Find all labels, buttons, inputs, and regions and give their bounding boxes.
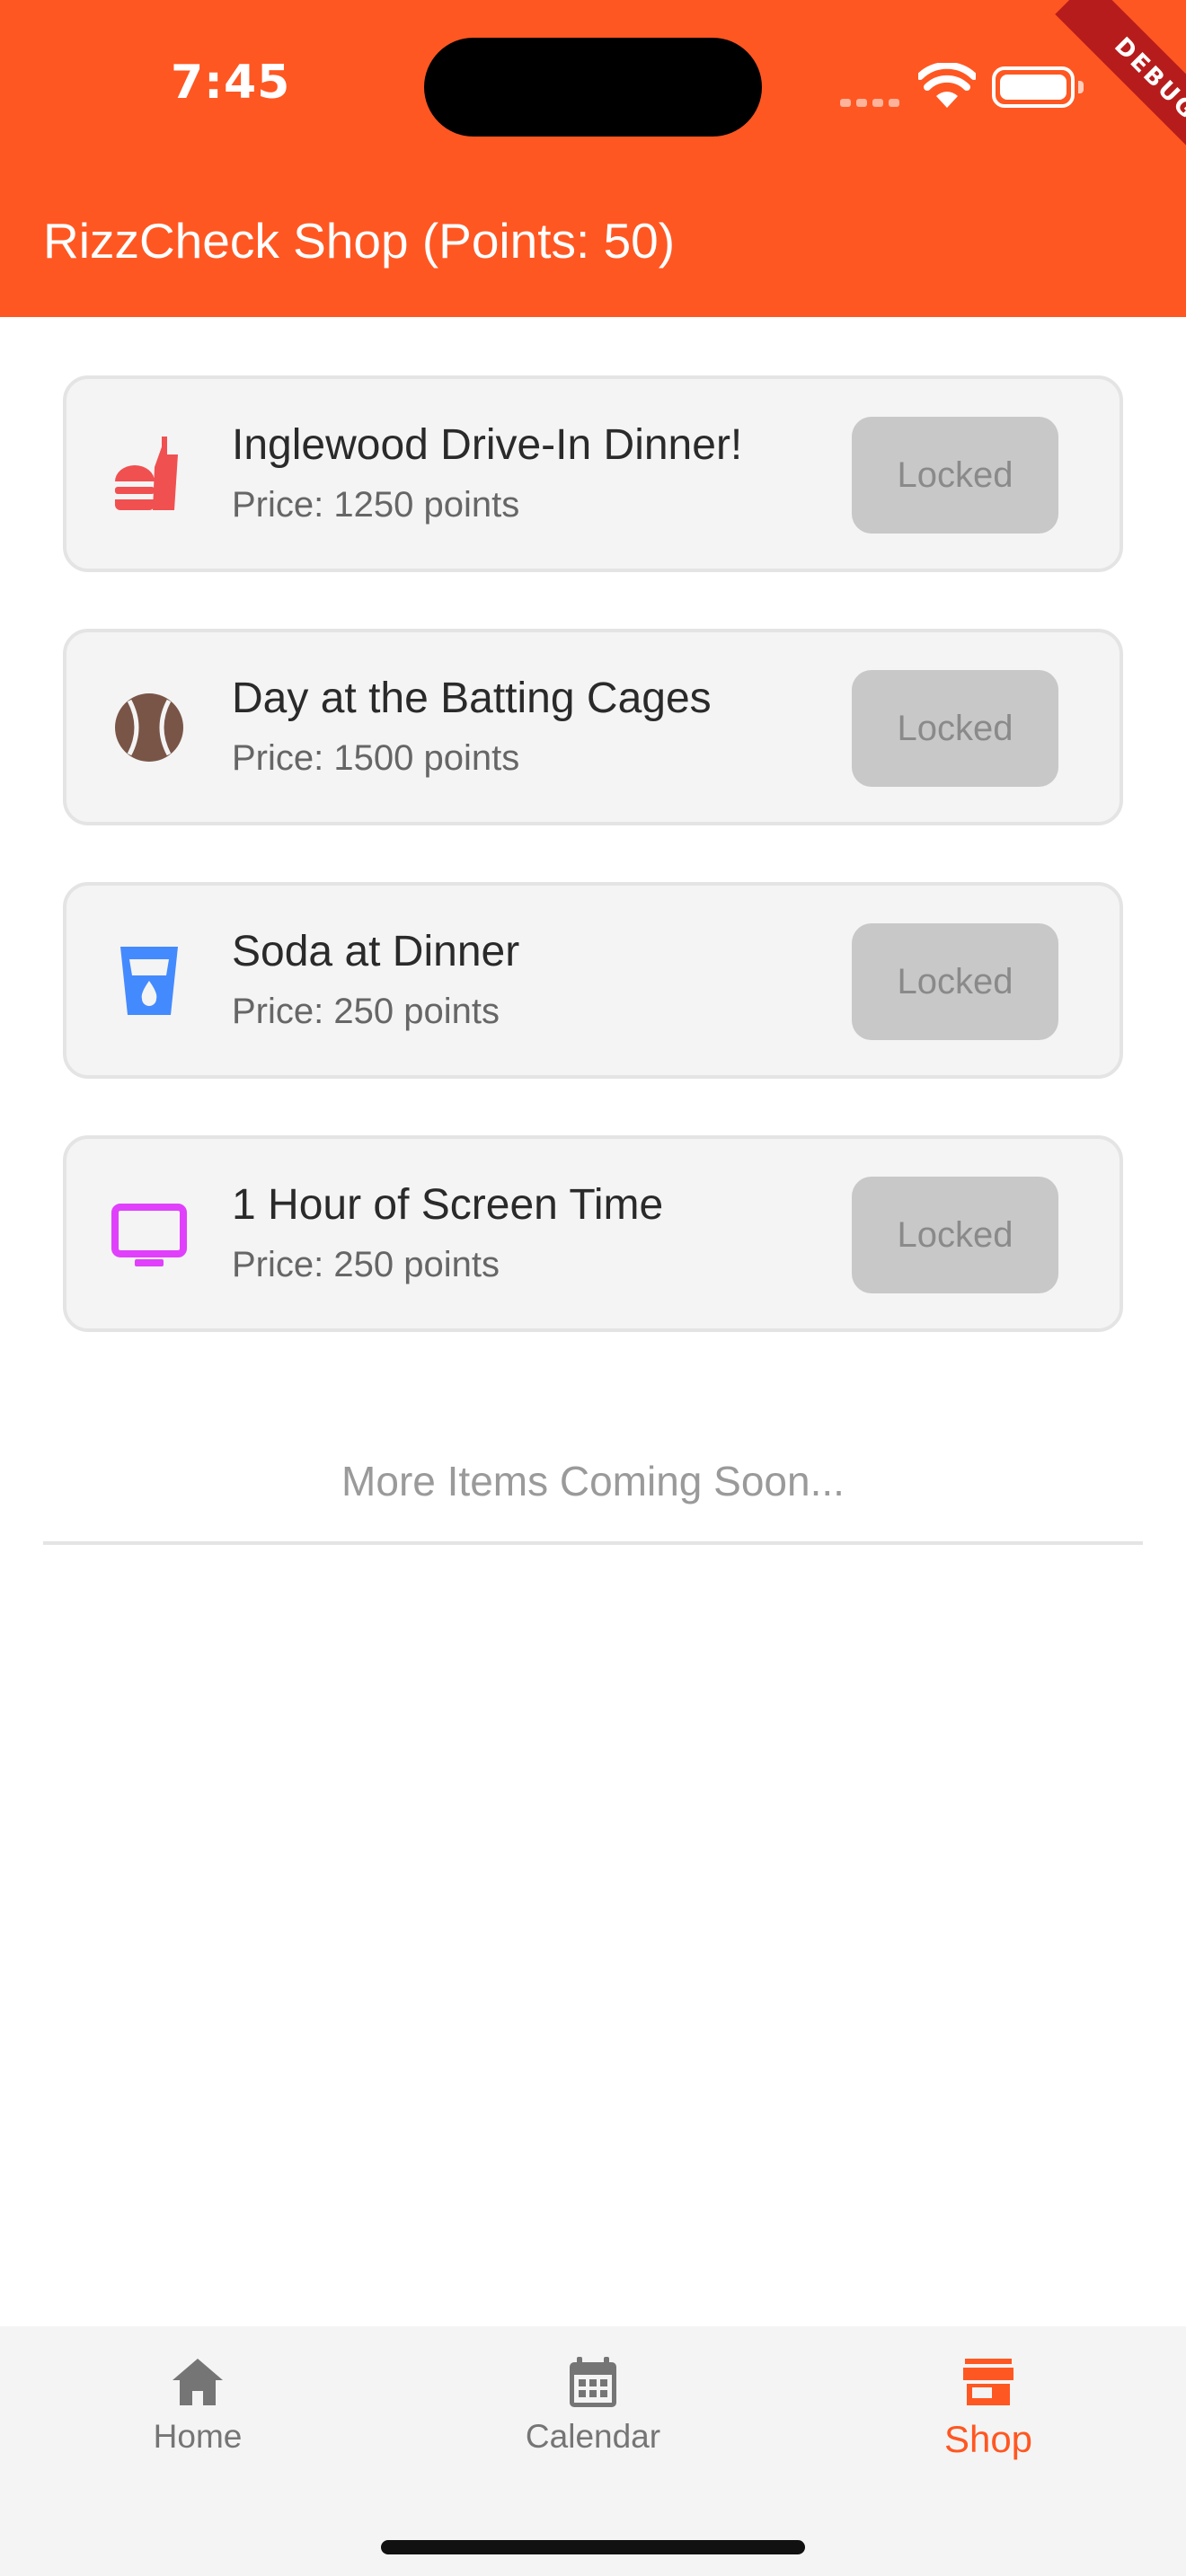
locked-button[interactable]: Locked [852,417,1058,534]
nav-label-home: Home [153,2418,243,2455]
status-time: 7:45 [171,56,291,110]
debug-banner: DEBUG [1055,0,1186,180]
nav-item-home[interactable]: Home [63,2353,332,2456]
item-title: Inglewood Drive-In Dinner! [232,421,743,469]
item-title: Day at the Batting Cages [232,675,712,722]
fastfood-icon [115,437,178,510]
item-price: Price: 250 points [232,992,500,1031]
page-title: RizzCheck Shop (Points: 50) [43,213,676,269]
shop-item-card: Soda at Dinner Price: 250 points Locked [63,882,1123,1079]
locked-button[interactable]: Locked [852,923,1058,1040]
nav-item-shop[interactable]: Shop [854,2353,1123,2461]
item-price: Price: 250 points [232,1245,500,1284]
nav-label-shop: Shop [943,2418,1033,2460]
calendar-icon [570,2357,616,2407]
locked-button[interactable]: Locked [852,1177,1058,1293]
app-bar: 7:45 DEBUG RizzCheck Shop (Points: 50) [0,0,1186,317]
item-price: Price: 1500 points [232,738,520,778]
store-icon [963,2359,1013,2405]
home-icon [173,2359,223,2405]
shop-item-card: 1 Hour of Screen Time Price: 250 points … [63,1135,1123,1332]
nav-item-calendar[interactable]: Calendar [458,2353,728,2456]
shop-item-card: Inglewood Drive-In Dinner! Price: 1250 p… [63,375,1123,572]
coming-soon-text: More Items Coming Soon... [341,1458,845,1504]
nav-label-calendar: Calendar [525,2418,661,2455]
locked-button[interactable]: Locked [852,670,1058,787]
home-indicator[interactable] [381,2540,805,2554]
drink-icon [120,947,178,1015]
wifi-icon [918,63,976,108]
item-title: 1 Hour of Screen Time [232,1181,664,1229]
cellular-signal-icon [840,93,905,110]
item-price: Price: 1250 points [232,485,520,525]
shop-item-card: Day at the Batting Cages Price: 1500 poi… [63,629,1123,825]
dynamic-island [424,38,762,137]
tv-icon [111,1204,187,1266]
baseball-icon [115,693,183,762]
bottom-navigation-bar: Home Calendar Shop [0,2326,1186,2576]
item-title: Soda at Dinner [232,928,520,975]
divider [43,1541,1143,1545]
battery-icon [992,66,1084,108]
